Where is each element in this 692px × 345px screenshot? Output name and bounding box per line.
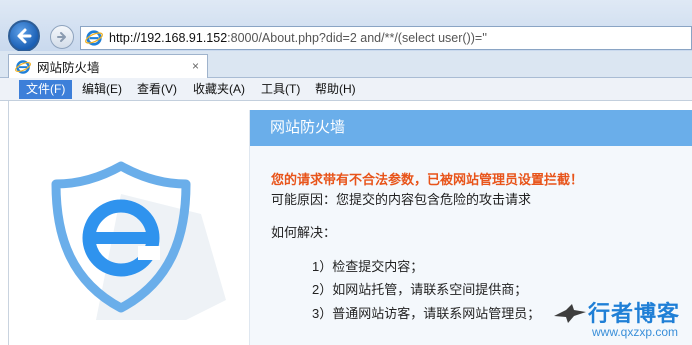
browser-toolbar: http://192.168.91.152:8000/About.php?did… (0, 0, 692, 52)
menu-file[interactable]: 文件(F) (19, 80, 73, 99)
panel-title: 网站防火墙 (250, 110, 692, 146)
address-bar[interactable]: http://192.168.91.152:8000/About.php?did… (80, 26, 692, 50)
walker-logo-icon (554, 304, 586, 323)
watermark: 行者博客 www.qxzxp.com (552, 296, 692, 344)
window-border (8, 101, 9, 345)
tab-bar: 网站防火墙 × (0, 51, 692, 78)
menu-help[interactable]: 帮助(H) (308, 80, 363, 99)
menu-favorites[interactable]: 收藏夹(A) (186, 80, 252, 99)
watermark-name: 行者博客 (588, 301, 681, 326)
close-icon[interactable]: × (192, 59, 199, 73)
menu-tools[interactable]: 工具(T) (254, 80, 307, 99)
arrow-right-icon (57, 32, 66, 42)
tab-title: 网站防火墙 (37, 61, 100, 75)
back-button[interactable] (8, 20, 40, 52)
ie-icon (85, 30, 103, 46)
ie-icon (15, 59, 31, 74)
menu-edit[interactable]: 编辑(E) (75, 80, 129, 99)
how-to-heading: 如何解决： (271, 225, 337, 240)
reason-text: 可能原因：您提交的内容包含危险的攻击请求 (271, 192, 532, 207)
forward-button[interactable] (50, 25, 74, 49)
tab-firewall[interactable]: 网站防火墙 × (8, 54, 208, 78)
step-item: 1）检查提交内容； (312, 259, 424, 274)
warning-text: 您的请求带有不合法参数，已被网站管理员设置拦截！ (271, 172, 584, 187)
url-text: http://192.168.91.152:8000/About.php?did… (109, 31, 487, 45)
menu-view[interactable]: 查看(V) (130, 80, 184, 99)
menu-bar: 文件(F) 编辑(E) 查看(V) 收藏夹(A) 工具(T) 帮助(H) (0, 78, 692, 101)
firewall-shield-icon (51, 161, 226, 320)
step-item: 2）如网站托管，请联系空间提供商； (312, 282, 528, 297)
step-item: 3）普通网站访客，请联系网站管理员； (312, 306, 541, 321)
watermark-url: www.qxzxp.com (592, 325, 679, 339)
arrow-left-icon (17, 28, 32, 44)
